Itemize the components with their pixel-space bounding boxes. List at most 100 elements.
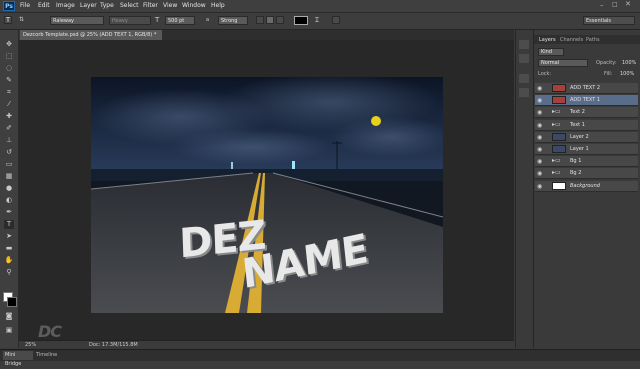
layer-row[interactable]: ◉ ▸▭ Bg 1 bbox=[535, 156, 638, 168]
clone-stamp-tool-icon[interactable]: ⊥ bbox=[4, 136, 14, 145]
dodge-tool-icon[interactable]: ◐ bbox=[4, 196, 14, 205]
font-style-select[interactable]: Heavy bbox=[109, 16, 151, 25]
menu-filter[interactable]: Filter bbox=[143, 2, 158, 9]
opacity-label: Opacity: bbox=[596, 60, 617, 66]
history-panel-icon[interactable] bbox=[519, 40, 529, 49]
layer-thumbnail bbox=[552, 84, 566, 92]
font-size-icon: T bbox=[155, 16, 160, 24]
tab-paths[interactable]: Paths bbox=[586, 37, 600, 43]
blend-mode-select[interactable]: Normal bbox=[538, 59, 588, 67]
screen-mode-icon[interactable]: ▣ bbox=[4, 326, 14, 335]
zoom-level[interactable]: 25% bbox=[25, 342, 36, 348]
menu-file[interactable]: File bbox=[20, 2, 30, 9]
close-icon[interactable]: ✕ bbox=[625, 0, 633, 8]
background-color-swatch[interactable] bbox=[7, 297, 17, 307]
eraser-tool-icon[interactable]: ▭ bbox=[4, 160, 14, 169]
menu-type[interactable]: Type bbox=[100, 2, 114, 9]
layer-name: Layer 2 bbox=[570, 133, 589, 140]
visibility-eye-icon[interactable]: ◉ bbox=[537, 146, 542, 153]
toggle-orientation-icon[interactable]: ⇅ bbox=[19, 16, 29, 25]
layer-row[interactable]: ◉ Layer 2 bbox=[535, 131, 638, 143]
options-bar: T ⇅ Raleway Heavy T 500 pt a Strong Ɪ Es… bbox=[0, 13, 640, 30]
menu-select[interactable]: Select bbox=[120, 2, 139, 9]
document-tab[interactable]: Dezcorb Template.psd @ 25% (ADD TEXT 1, … bbox=[20, 30, 162, 40]
visibility-eye-icon[interactable]: ◉ bbox=[537, 158, 542, 165]
history-brush-tool-icon[interactable]: ↺ bbox=[4, 148, 14, 157]
align-left-icon[interactable] bbox=[256, 16, 264, 24]
menu-image[interactable]: Image bbox=[56, 2, 75, 9]
eyedropper-tool-icon[interactable]: ⁄ bbox=[4, 100, 14, 109]
move-tool-icon[interactable]: ✥ bbox=[4, 40, 14, 49]
layer-row[interactable]: ◉ Background bbox=[535, 180, 638, 192]
workspace-select[interactable]: Essentials bbox=[583, 16, 635, 25]
menu-help[interactable]: Help bbox=[211, 2, 225, 9]
layer-row[interactable]: ◉ ▸▭ Bg 2 bbox=[535, 168, 638, 180]
type-tool-preset-icon[interactable]: T bbox=[4, 16, 12, 24]
font-family-select[interactable]: Raleway bbox=[50, 16, 104, 25]
maximize-icon[interactable]: □ bbox=[612, 1, 620, 9]
quick-select-tool-icon[interactable]: ✎ bbox=[4, 76, 14, 85]
tab-mini-bridge[interactable]: Mini Bridge bbox=[3, 351, 33, 367]
brush-tool-icon[interactable]: ✐ bbox=[4, 124, 14, 133]
crop-tool-icon[interactable]: ⌗ bbox=[4, 88, 14, 97]
pen-tool-icon[interactable]: ✒ bbox=[4, 208, 14, 217]
visibility-eye-icon[interactable]: ◉ bbox=[537, 109, 542, 116]
warp-text-icon[interactable]: Ɪ bbox=[315, 16, 319, 25]
tools-panel: ✥ ⬚ ◌ ✎ ⌗ ⁄ ✚ ✐ ⊥ ↺ ▭ ▦ ● ◐ ✒ T ➤ ▬ ✋ ⚲ … bbox=[0, 30, 19, 348]
lasso-tool-icon[interactable]: ◌ bbox=[4, 64, 14, 73]
align-center-icon[interactable] bbox=[266, 16, 274, 24]
menu-window[interactable]: Window bbox=[182, 2, 206, 9]
layer-filter-select[interactable]: Kind bbox=[538, 48, 564, 56]
fill-label: Fill: bbox=[604, 71, 613, 77]
paragraph-panel-icon[interactable] bbox=[519, 88, 529, 97]
layer-name: Bg 1 bbox=[570, 158, 582, 165]
healing-brush-tool-icon[interactable]: ✚ bbox=[4, 112, 14, 121]
tab-layers[interactable]: Layers bbox=[539, 37, 556, 43]
minimize-icon[interactable]: – bbox=[600, 1, 608, 9]
opacity-field[interactable]: 100% bbox=[622, 60, 636, 66]
tab-timeline[interactable]: Timeline bbox=[36, 351, 57, 360]
document-canvas[interactable]: DEZ NAME bbox=[91, 77, 443, 313]
hand-tool-icon[interactable]: ✋ bbox=[4, 256, 14, 265]
layer-row[interactable]: ◉ ▸▭ Text 1 bbox=[535, 119, 638, 131]
path-select-tool-icon[interactable]: ➤ bbox=[4, 232, 14, 241]
quick-mask-icon[interactable]: ◙ bbox=[4, 312, 14, 321]
menu-view[interactable]: View bbox=[163, 2, 177, 9]
shape-tool-icon[interactable]: ▬ bbox=[4, 244, 14, 253]
antialias-select[interactable]: Strong bbox=[218, 16, 248, 25]
bottom-panel-bar: Mini Bridge Timeline bbox=[0, 349, 640, 367]
properties-panel-icon[interactable] bbox=[519, 54, 529, 63]
layer-thumbnail bbox=[552, 96, 566, 105]
app-logo: Ps bbox=[3, 1, 15, 11]
layer-row[interactable]: ◉ ADD TEXT 1 bbox=[535, 95, 638, 107]
layer-row[interactable]: ◉ ▸▭ Text 2 bbox=[535, 107, 638, 119]
gradient-tool-icon[interactable]: ▦ bbox=[4, 172, 14, 181]
layer-thumbnail bbox=[552, 132, 566, 141]
visibility-eye-icon[interactable]: ◉ bbox=[537, 97, 542, 104]
align-right-icon[interactable] bbox=[276, 16, 284, 24]
type-tool-icon[interactable]: T bbox=[4, 220, 14, 229]
text-color-swatch[interactable] bbox=[294, 16, 308, 25]
marquee-tool-icon[interactable]: ⬚ bbox=[4, 52, 14, 61]
layer-name: Bg 2 bbox=[570, 170, 582, 177]
fill-field[interactable]: 100% bbox=[620, 71, 634, 77]
visibility-eye-icon[interactable]: ◉ bbox=[537, 122, 542, 129]
visibility-eye-icon[interactable]: ◉ bbox=[537, 85, 542, 92]
layer-name: ADD TEXT 1 bbox=[570, 97, 601, 104]
menu-edit[interactable]: Edit bbox=[38, 2, 50, 9]
folder-icon: ▸▭ bbox=[552, 120, 561, 128]
layer-name: Background bbox=[570, 182, 600, 189]
character-panel-button-icon[interactable] bbox=[519, 74, 529, 83]
folder-icon: ▸▭ bbox=[552, 157, 561, 165]
visibility-eye-icon[interactable]: ◉ bbox=[537, 134, 542, 141]
layer-row[interactable]: ◉ Layer 1 bbox=[535, 144, 638, 155]
visibility-eye-icon[interactable]: ◉ bbox=[537, 170, 542, 177]
menu-layer[interactable]: Layer bbox=[80, 2, 97, 9]
visibility-eye-icon[interactable]: ◉ bbox=[537, 183, 542, 190]
blur-tool-icon[interactable]: ● bbox=[4, 184, 14, 193]
layer-row[interactable]: ◉ ADD TEXT 2 bbox=[535, 83, 638, 94]
character-panel-icon[interactable] bbox=[332, 16, 340, 24]
tab-channels[interactable]: Channels bbox=[560, 37, 583, 43]
zoom-tool-icon[interactable]: ⚲ bbox=[4, 268, 14, 277]
font-size-field[interactable]: 500 pt bbox=[165, 16, 195, 25]
